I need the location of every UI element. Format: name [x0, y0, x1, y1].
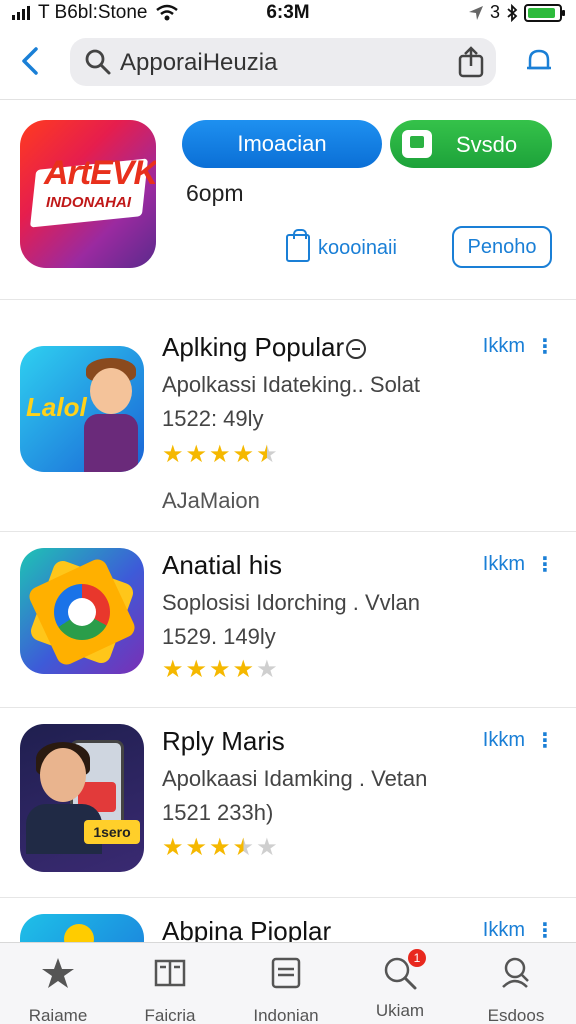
location-arrow-icon [468, 5, 483, 20]
outline-button[interactable]: Penoho [452, 226, 552, 268]
get-link[interactable]: Ikkm ⋮ [482, 918, 555, 943]
star-full-icon: ★ [209, 656, 231, 683]
notification-badge: 1 [408, 949, 426, 967]
app-title-text: Aplking Popular [162, 332, 345, 362]
tab-profile[interactable]: Esdoos [466, 951, 566, 1024]
get-link[interactable]: Ikkm ⋮ [482, 552, 555, 577]
secondary-action-label: Svsdo [456, 132, 518, 157]
star-full-icon: ★ [162, 441, 184, 468]
app-meta: 1529. 149ly [162, 624, 276, 649]
battery-icon [524, 3, 565, 22]
tab-label: Ukiam [375, 1001, 425, 1020]
app-subtitle: Apolkassi Idateking.. Solat [162, 372, 421, 397]
info-icon[interactable] [346, 339, 367, 360]
tablet-icon [402, 130, 432, 158]
star-full-icon: ★ [185, 656, 208, 683]
app-title: Anatial his [162, 550, 282, 580]
get-link-label: Ikkm [482, 553, 525, 575]
star-empty-icon: ★ [256, 656, 278, 683]
bag-link[interactable]: koooinaii [286, 229, 397, 264]
search-input[interactable]: ApporaiHeuzia [120, 49, 277, 77]
get-link-label: Ikkm [482, 919, 525, 941]
character-body [84, 414, 138, 472]
featured-subtitle: 6opm [186, 180, 244, 206]
app-meta: 1522: 49ly [162, 406, 264, 431]
get-link[interactable]: Ikkm ⋮ [482, 728, 555, 753]
secondary-action-button[interactable]: Svsdo [390, 120, 552, 168]
tab-search[interactable]: 1 Ukiam [350, 949, 450, 1021]
app-title: Rply Maris [162, 726, 285, 756]
battery-fill [528, 7, 555, 18]
notification-icon[interactable] [524, 46, 554, 76]
app-extra-label: AJaMaion [162, 488, 260, 513]
app-icon-word: Lalol [26, 392, 87, 422]
status-right-text: 3 [489, 2, 500, 22]
star-full-icon: ★ [185, 441, 208, 468]
get-link-label: Ikkm [482, 335, 525, 357]
tab-label: Faicria [144, 1006, 196, 1024]
character-head [90, 368, 132, 414]
star-rating: ★ ★ ★ ★ ★ [162, 658, 278, 682]
tab-categories[interactable]: Faicria [120, 951, 220, 1024]
book-icon [154, 959, 186, 987]
get-link[interactable]: Ikkm ⋮ [482, 334, 555, 359]
status-right: 3 [468, 2, 565, 23]
app-title: Aplking Popular [162, 332, 367, 363]
bag-icon [286, 229, 310, 262]
app-icon-tag: 1sero [84, 820, 140, 844]
star-full-icon: ★ [185, 834, 208, 861]
list-icon [271, 957, 301, 989]
tab-bar: Raiame Faicria Indonian 1 Ukiam Esdoos [0, 942, 576, 1024]
more-dots-icon[interactable]: ⋮ [535, 552, 555, 577]
search-header: ApporaiHeuzia [0, 26, 576, 100]
app-meta: 1521 233h) [162, 800, 274, 825]
star-full-icon: ★ [209, 441, 231, 468]
featured-icon-text-top: ArtEVK [44, 154, 156, 192]
browser-logo-icon [54, 584, 110, 640]
get-link-label: Ikkm [482, 729, 525, 751]
tab-featured[interactable]: Raiame [8, 951, 108, 1024]
star-rating: ★ ★ ★ ★ ★ [162, 443, 278, 467]
star-full-icon: ★ [162, 834, 184, 861]
bag-link-label: koooinaii [318, 236, 397, 259]
star-full-icon: ★ [232, 656, 255, 683]
list-item[interactable]: Anatial his Soplosisi Idorching . Vvlan … [0, 532, 576, 708]
more-dots-icon[interactable]: ⋮ [535, 728, 555, 753]
more-dots-icon[interactable]: ⋮ [535, 918, 555, 943]
primary-action-button[interactable]: Imoacian [182, 120, 382, 168]
more-dots-icon[interactable]: ⋮ [535, 334, 555, 359]
star-full-icon: ★ [162, 656, 184, 683]
character-face [40, 748, 86, 802]
featured-icon-text-bottom: INDONAHAI [46, 194, 131, 211]
app-icon[interactable] [20, 548, 144, 674]
app-subtitle: Apolkaasi Idamking . Vetan [162, 766, 428, 791]
list-item[interactable]: Lalol Aplking Popular Apolkassi Idatekin… [0, 300, 576, 532]
star-icon [42, 958, 74, 988]
star-full-icon: ★ [232, 441, 255, 468]
star-empty-icon: ★ [256, 834, 278, 861]
list-item[interactable]: 1sero Rply Maris Apolkaasi Idamking . Ve… [0, 708, 576, 898]
app-icon[interactable]: Lalol [20, 346, 144, 472]
star-rating: ★ ★ ★ ★ ★ [162, 836, 278, 860]
search-icon [85, 49, 111, 75]
profile-search-icon [502, 957, 529, 988]
tab-label: Esdoos [487, 1006, 545, 1024]
tab-label: Indonian [253, 1006, 319, 1024]
app-subtitle: Soplosisi Idorching . Vvlan [162, 590, 421, 615]
star-full-icon: ★ [209, 834, 231, 861]
tab-indonian[interactable]: Indonian [236, 951, 336, 1024]
featured-app-icon[interactable]: ArtEVK INDONAHAI [20, 120, 156, 268]
featured-app: ArtEVK INDONAHAI Imoacian Svsdo 6opm koo… [0, 100, 576, 300]
tab-label: Raiame [28, 1006, 88, 1024]
search-bar[interactable]: ApporaiHeuzia [70, 38, 496, 86]
back-chevron-icon[interactable] [18, 46, 44, 76]
share-icon[interactable] [456, 46, 486, 78]
star-half-icon: ★ [256, 441, 278, 468]
app-icon[interactable]: 1sero [20, 724, 144, 872]
bluetooth-icon [507, 3, 518, 22]
star-half-icon: ★ [232, 834, 255, 861]
status-bar: T B6bl:Stone 6:3M 3 [0, 0, 576, 26]
search-tab-icon-wrap: 1 [382, 949, 426, 991]
